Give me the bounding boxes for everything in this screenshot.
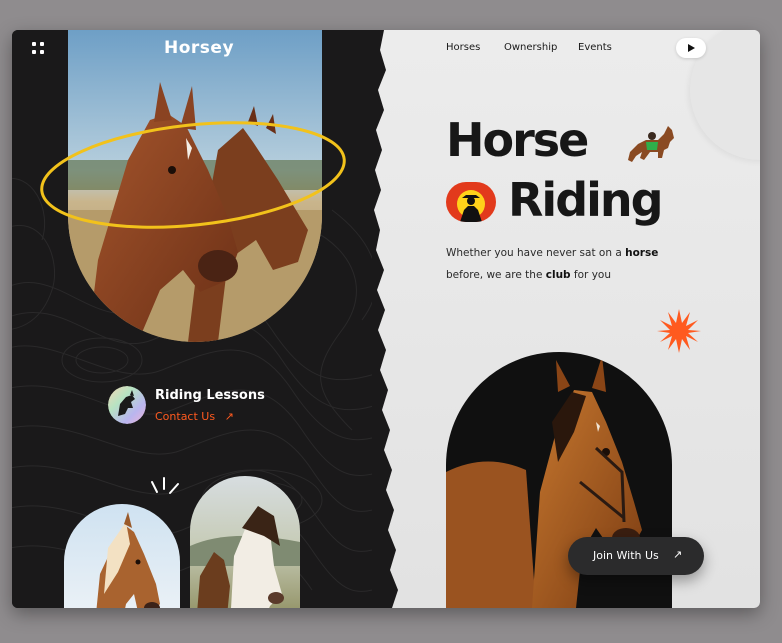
white-horses-photo — [190, 476, 300, 608]
join-with-us-button[interactable]: Join With Us ↗ — [568, 537, 704, 575]
orbit-ring-decoration — [40, 121, 346, 229]
left-panel: Horsey Riding Lessons Contact Us ↗ — [12, 30, 402, 608]
arrow-up-right-icon: ↗ — [224, 410, 234, 423]
subtitle-bold-horse: horse — [625, 247, 659, 259]
contact-us-label: Contact Us — [155, 410, 216, 423]
app-frame: Horsey Riding Lessons Contact Us ↗ Horse… — [12, 30, 760, 608]
subtitle-text-2: before, we are the — [446, 269, 546, 281]
chestnut-horse-photo — [64, 504, 180, 608]
lesson-horse-avatar — [108, 386, 146, 424]
arrow-up-right-icon: ↗ — [673, 548, 683, 561]
race-horse-icon — [628, 126, 674, 162]
join-with-us-label: Join With Us — [593, 549, 659, 562]
sun-burst-icon — [657, 309, 701, 353]
contact-us-link[interactable]: Contact Us ↗ — [155, 410, 234, 423]
hero-subtitle: Whether you have never sat on a horse be… — [446, 242, 676, 286]
nav-horses[interactable]: Horses — [446, 42, 480, 53]
riding-lessons-title: Riding Lessons — [155, 388, 265, 403]
cowboy-rider-icon — [446, 182, 496, 222]
spark-lines-icon — [151, 477, 179, 494]
play-icon — [688, 44, 695, 52]
hero-title-line1: Horse — [446, 113, 589, 167]
nav-events[interactable]: Events — [578, 42, 612, 53]
play-button[interactable] — [676, 38, 706, 58]
subtitle-text-3: for you — [570, 269, 611, 281]
torn-paper-edge — [372, 30, 398, 608]
nav-ownership[interactable]: Ownership — [504, 42, 557, 53]
subtitle-text-1: Whether you have never sat on a — [446, 247, 626, 259]
hero-title-line2: Riding — [508, 173, 664, 227]
subtitle-bold-club: club — [545, 269, 571, 281]
grid-dots-icon[interactable] — [32, 42, 46, 56]
brand-logo[interactable]: Horsey — [164, 38, 234, 58]
